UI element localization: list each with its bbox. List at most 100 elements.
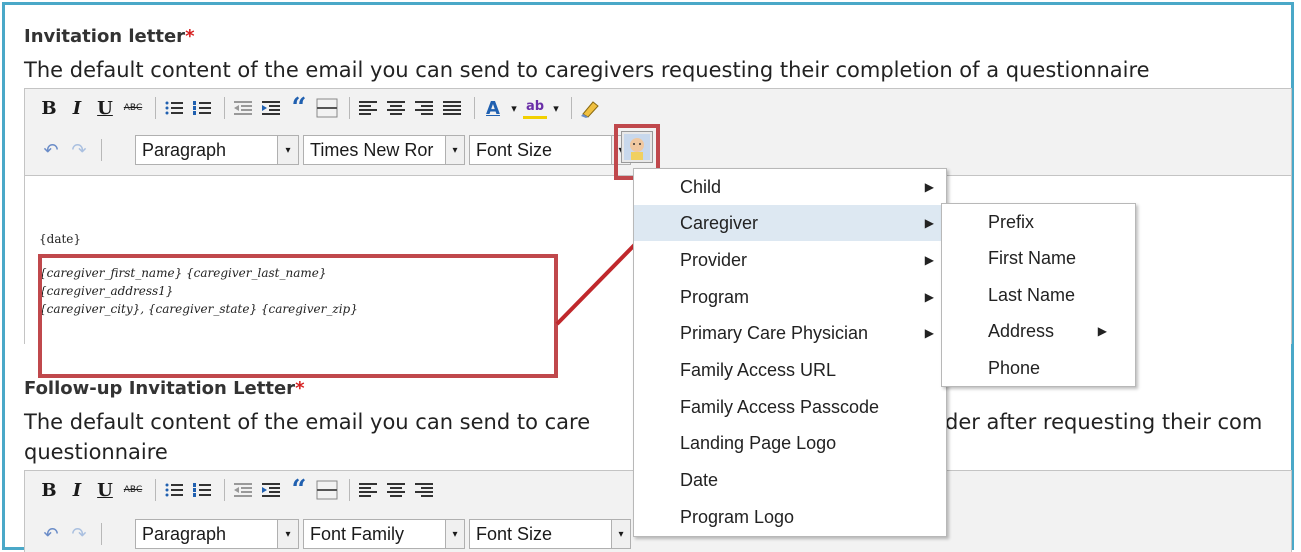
- align-center-icon: [387, 483, 405, 497]
- align-right-button[interactable]: [412, 96, 436, 120]
- font-size-select[interactable]: Font Size ▾: [469, 519, 631, 549]
- blockquote-button[interactable]: “: [287, 93, 311, 123]
- submenu-arrow-icon: ▶: [924, 253, 934, 267]
- toolbar-row-2: ↶ ↷: [39, 519, 108, 549]
- indent-icon: [262, 101, 280, 115]
- bullet-list-button[interactable]: [162, 478, 186, 502]
- follow-up-letter-title: Follow-up Invitation Letter*: [24, 378, 305, 399]
- eraser-icon: [581, 101, 599, 118]
- align-left-button[interactable]: [356, 96, 380, 120]
- inserted-fields-highlight-box: [38, 254, 558, 378]
- font-family-select[interactable]: Font Family ▾: [303, 519, 465, 549]
- align-right-button[interactable]: [412, 478, 436, 502]
- align-justify-icon: [443, 101, 461, 115]
- font-size-select[interactable]: Font Size ▾: [469, 135, 631, 165]
- menu-item-landing-page-logo[interactable]: Landing Page Logo: [634, 425, 946, 461]
- menu-item-caregiver[interactable]: Caregiver ▶: [634, 205, 946, 241]
- align-center-button[interactable]: [384, 478, 408, 502]
- align-right-icon: [415, 101, 433, 115]
- chevron-down-icon: ▾: [445, 520, 464, 548]
- submenu-item-prefix[interactable]: Prefix: [942, 204, 1135, 240]
- align-right-icon: [415, 483, 433, 497]
- submenu-arrow-icon: ▶: [924, 180, 934, 194]
- outdent-icon: [234, 483, 252, 497]
- toolbar-row-1: B I U ABC “ A ▾ ab ▾: [37, 93, 606, 123]
- italic-button[interactable]: I: [65, 478, 89, 502]
- redo-button[interactable]: ↷: [67, 522, 91, 546]
- highlight-color-button[interactable]: ab: [523, 98, 547, 119]
- toolbar-separator: [474, 97, 475, 119]
- font-family-select[interactable]: Times New Ror ▾: [303, 135, 465, 165]
- horizontal-rule-button[interactable]: [315, 96, 339, 120]
- menu-item-program-logo[interactable]: Program Logo: [634, 499, 946, 535]
- toolbar-separator: [571, 97, 572, 119]
- chevron-down-icon: ▾: [445, 136, 464, 164]
- submenu-arrow-icon: ▶: [924, 326, 934, 340]
- menu-item-family-access-passcode[interactable]: Family Access Passcode: [634, 389, 946, 425]
- align-justify-button[interactable]: [440, 96, 464, 120]
- toolbar-separator: [349, 97, 350, 119]
- submenu-item-address[interactable]: Address ▶: [942, 313, 1135, 349]
- numbered-list-icon: [193, 483, 211, 497]
- remove-format-button[interactable]: [578, 96, 602, 120]
- indent-button[interactable]: [259, 478, 283, 502]
- toolbar-row-2: ↶ ↷: [39, 135, 108, 165]
- align-left-icon: [359, 483, 377, 497]
- invitation-letter-title: Invitation letter*: [24, 26, 195, 47]
- required-mark: *: [295, 378, 305, 399]
- toolbar-row-1: B I U ABC “: [37, 475, 440, 505]
- submenu-item-first-name[interactable]: First Name: [942, 240, 1135, 276]
- menu-item-primary-care-physician[interactable]: Primary Care Physician ▶: [634, 315, 946, 351]
- align-left-icon: [359, 101, 377, 115]
- follow-up-letter-description-continued: der after requesting their com: [945, 410, 1263, 434]
- toolbar-separator: [101, 139, 102, 161]
- underline-button[interactable]: U: [93, 96, 117, 120]
- insert-placeholder-menu: Child ▶ Caregiver ▶ Provider ▶ Program ▶ Pri…: [633, 168, 947, 537]
- toolbar-separator: [155, 97, 156, 119]
- indent-button[interactable]: [259, 96, 283, 120]
- underline-button[interactable]: U: [93, 478, 117, 502]
- chevron-down-icon: ▾: [277, 520, 298, 548]
- menu-item-date[interactable]: Date: [634, 462, 946, 498]
- outdent-button[interactable]: [231, 478, 255, 502]
- undo-button[interactable]: ↶: [39, 522, 63, 546]
- menu-item-family-access-url[interactable]: Family Access URL: [634, 352, 946, 388]
- bullet-list-button[interactable]: [162, 96, 186, 120]
- horizontal-rule-icon: [316, 98, 338, 118]
- format-select[interactable]: Paragraph ▾: [135, 135, 299, 165]
- submenu-arrow-icon: ▶: [924, 290, 934, 304]
- outdent-button[interactable]: [231, 96, 255, 120]
- italic-button[interactable]: I: [65, 96, 89, 120]
- align-center-icon: [387, 101, 405, 115]
- align-center-button[interactable]: [384, 96, 408, 120]
- toolbar-separator: [349, 479, 350, 501]
- blockquote-button[interactable]: “: [287, 475, 311, 505]
- submenu-item-phone[interactable]: Phone: [942, 350, 1135, 386]
- text-color-dropdown[interactable]: ▾: [509, 96, 519, 120]
- text-color-button[interactable]: A: [481, 96, 505, 120]
- strikethrough-button[interactable]: ABC: [121, 96, 145, 120]
- bold-button[interactable]: B: [37, 96, 61, 120]
- bullet-list-icon: [165, 101, 183, 115]
- numbered-list-button[interactable]: [190, 478, 214, 502]
- date-placeholder: {date}: [39, 232, 82, 246]
- submenu-arrow-icon: ▶: [924, 216, 934, 230]
- horizontal-rule-button[interactable]: [315, 478, 339, 502]
- highlight-color-dropdown[interactable]: ▾: [551, 96, 561, 120]
- undo-button[interactable]: ↶: [39, 138, 63, 162]
- horizontal-rule-icon: [316, 480, 338, 500]
- format-select[interactable]: Paragraph ▾: [135, 519, 299, 549]
- required-mark: *: [185, 26, 195, 47]
- submenu-item-last-name[interactable]: Last Name: [942, 277, 1135, 313]
- strikethrough-button[interactable]: ABC: [121, 478, 145, 502]
- menu-item-program[interactable]: Program ▶: [634, 279, 946, 315]
- numbered-list-button[interactable]: [190, 96, 214, 120]
- redo-button[interactable]: ↷: [67, 138, 91, 162]
- bold-button[interactable]: B: [37, 478, 61, 502]
- menu-item-provider[interactable]: Provider ▶: [634, 242, 946, 278]
- toolbar-separator: [224, 479, 225, 501]
- toolbar-separator: [224, 97, 225, 119]
- align-left-button[interactable]: [356, 478, 380, 502]
- numbered-list-icon: [193, 101, 211, 115]
- menu-item-child[interactable]: Child ▶: [634, 169, 946, 205]
